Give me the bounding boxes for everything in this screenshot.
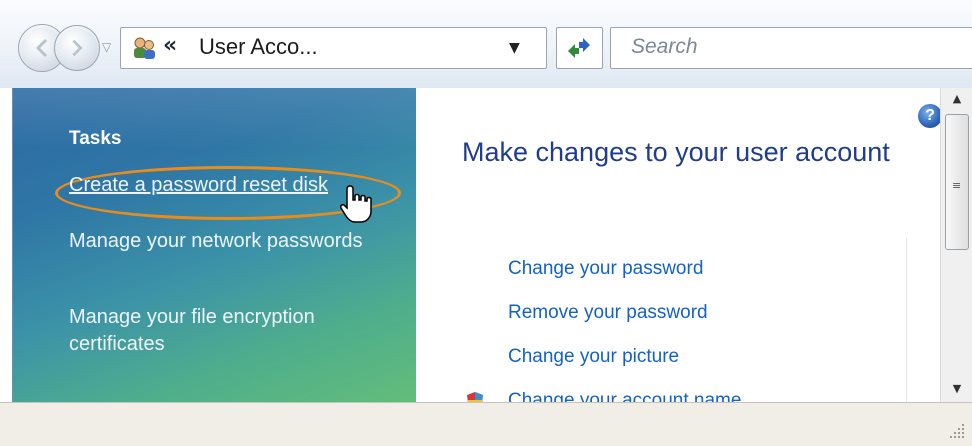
change-password-link[interactable]: Change your password bbox=[508, 258, 703, 280]
shield-icon bbox=[467, 392, 483, 402]
breadcrumb-user-accounts[interactable]: User Acco... bbox=[199, 34, 318, 60]
manage-network-passwords-link[interactable]: Manage your network passwords bbox=[69, 228, 399, 255]
search-placeholder: Search bbox=[631, 35, 698, 58]
change-account-name-link[interactable]: Change your account name bbox=[508, 390, 741, 402]
change-picture-link[interactable]: Change your picture bbox=[508, 346, 679, 368]
search-input[interactable]: Search bbox=[610, 27, 972, 69]
refresh-icon bbox=[568, 38, 590, 58]
back-arrow-icon bbox=[35, 38, 48, 58]
status-bar bbox=[0, 402, 972, 446]
tasks-pane: Tasks Create a password reset disk Manag… bbox=[12, 88, 417, 402]
scroll-thumb[interactable]: ≡ bbox=[945, 114, 969, 250]
help-icon[interactable]: ? bbox=[918, 104, 940, 128]
remove-password-link[interactable]: Remove your password bbox=[508, 302, 708, 324]
grip-icon: ≡ bbox=[952, 179, 962, 192]
scroll-down-icon[interactable]: ▼ bbox=[941, 378, 972, 400]
main-content: ? Make changes to your user account Chan… bbox=[416, 88, 940, 402]
forward-button[interactable] bbox=[54, 25, 100, 71]
page-title: Make changes to your user account bbox=[462, 137, 890, 167]
address-bar[interactable]: « User Acco... ▼ bbox=[120, 27, 547, 69]
breadcrumb-separator[interactable]: « bbox=[163, 33, 177, 58]
vertical-scrollbar[interactable]: ▲ ≡ ▼ bbox=[940, 88, 972, 402]
chevron-down-icon[interactable]: ▽ bbox=[102, 40, 111, 54]
navigation-toolbar: ▽ « User Acco... ▼ Search bbox=[0, 0, 972, 88]
user-accounts-icon bbox=[134, 37, 155, 59]
resize-grip-icon[interactable] bbox=[948, 422, 966, 440]
hand-cursor-icon bbox=[340, 185, 372, 223]
tasks-heading: Tasks bbox=[69, 128, 122, 149]
forward-arrow-icon bbox=[72, 39, 83, 57]
divider bbox=[906, 238, 907, 402]
refresh-button[interactable] bbox=[556, 27, 603, 69]
dropdown-arrow-icon[interactable]: ▼ bbox=[509, 40, 520, 56]
manage-encryption-certificates-link[interactable]: Manage your file encryption certificates bbox=[69, 304, 399, 358]
scroll-up-icon[interactable]: ▲ bbox=[941, 88, 972, 110]
